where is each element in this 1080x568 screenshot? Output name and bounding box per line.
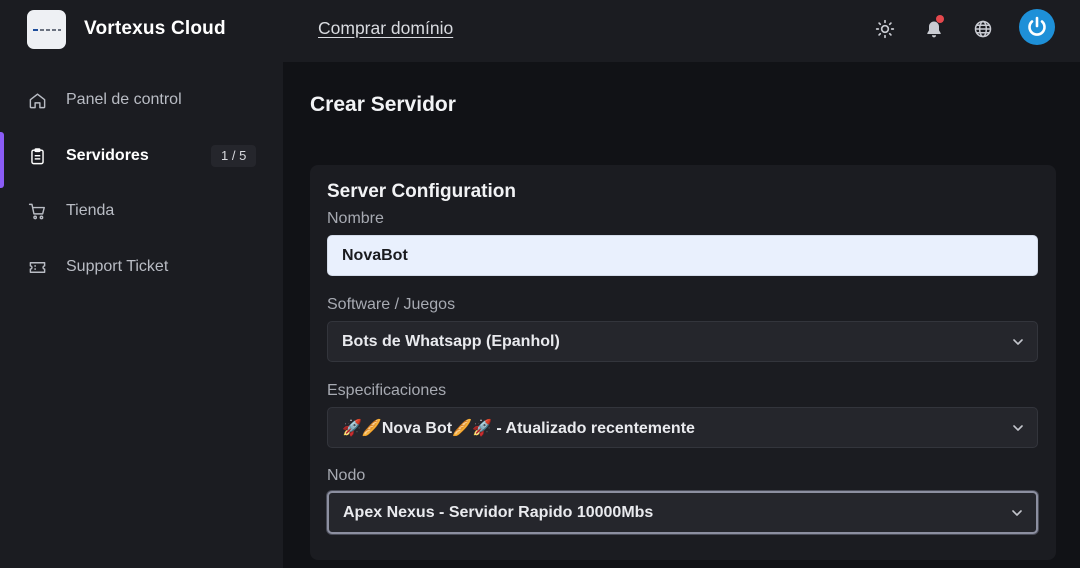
logo[interactable] <box>27 10 66 49</box>
sidebar-item-label: Panel de control <box>66 91 182 108</box>
language-button[interactable] <box>971 17 995 41</box>
sidebar-item-support-ticket[interactable]: Support Ticket <box>0 242 283 292</box>
sun-icon <box>875 19 895 39</box>
globe-icon <box>974 20 992 38</box>
specs-label: Especificaciones <box>327 382 447 399</box>
cart-icon <box>27 201 47 221</box>
software-value: Bots de Whatsapp (Epanhol) <box>342 332 560 350</box>
main-content: Crear Servidor Server Configuration Nomb… <box>283 62 1080 568</box>
notification-dot <box>936 15 944 23</box>
sidebar-item-label: Tienda <box>66 202 115 219</box>
page-title: Crear Servidor <box>310 93 456 116</box>
specs-value: 🚀🥖Nova Bot🥖🚀 - Atualizado recentemente <box>342 419 695 437</box>
node-label: Nodo <box>327 467 366 484</box>
card-title: Server Configuration <box>327 181 516 202</box>
notifications-button[interactable] <box>922 15 946 41</box>
software-label: Software / Juegos <box>327 296 456 313</box>
sidebar-item-dashboard[interactable]: Panel de control <box>0 75 283 125</box>
avatar[interactable] <box>1019 9 1055 45</box>
node-value: Apex Nexus - Servidor Rapido 10000Mbs <box>343 503 654 521</box>
sidebar-item-label: Support Ticket <box>66 258 169 275</box>
software-select[interactable]: Bots de Whatsapp (Epanhol) <box>327 321 1038 362</box>
sidebar-item-servers[interactable]: Servidores 1 / 5 <box>0 131 283 181</box>
sidebar-item-label: Servidores <box>66 147 149 164</box>
home-icon <box>27 90 47 110</box>
server-configuration-card: Server Configuration Nombre NovaBot Soft… <box>310 165 1056 560</box>
name-field[interactable]: NovaBot <box>327 235 1038 276</box>
brand-name: Vortexus Cloud <box>84 18 226 39</box>
clipboard-icon <box>27 146 47 166</box>
chevron-down-icon <box>1013 424 1023 431</box>
name-value: NovaBot <box>342 246 408 264</box>
sidebar-item-store[interactable]: Tienda <box>0 186 283 236</box>
theme-toggle-button[interactable] <box>873 17 897 41</box>
ticket-icon <box>27 257 47 277</box>
server-count-badge: 1 / 5 <box>211 145 257 167</box>
buy-domain-link[interactable]: Comprar domínio <box>318 18 453 39</box>
power-icon <box>1028 16 1046 36</box>
chevron-down-icon <box>1012 509 1022 516</box>
logo-mark-icon <box>32 28 61 31</box>
sidebar: Panel de control Servidores 1 / 5 Tienda <box>0 62 283 568</box>
chevron-down-icon <box>1013 338 1023 345</box>
name-label: Nombre <box>327 210 384 227</box>
specs-select[interactable]: 🚀🥖Nova Bot🥖🚀 - Atualizado recentemente <box>327 407 1038 448</box>
node-select[interactable]: Apex Nexus - Servidor Rapido 10000Mbs <box>327 491 1038 534</box>
top-bar: Vortexus Cloud Comprar domínio <box>0 0 1080 62</box>
